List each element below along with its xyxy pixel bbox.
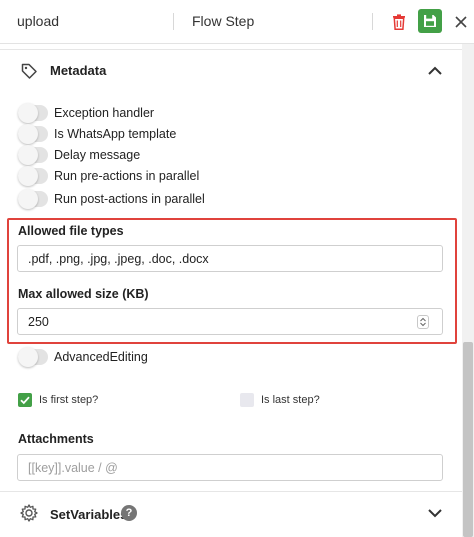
checkmark-icon	[20, 396, 30, 405]
attachments-label: Attachments	[18, 432, 94, 446]
last-step-row: Is last step?	[240, 392, 320, 408]
allowed-file-types-input[interactable]: .pdf, .png, .jpg, .jpeg, .doc, .docx	[17, 245, 443, 272]
allowed-file-types-value: .pdf, .png, .jpg, .jpeg, .doc, .docx	[28, 251, 209, 266]
step-name[interactable]: upload	[17, 13, 59, 29]
floppy-disk-icon	[424, 15, 436, 27]
metadata-section-header[interactable]: Metadata	[0, 52, 462, 88]
first-step-label: Is first step?	[39, 394, 99, 406]
max-size-input[interactable]: 250	[17, 308, 443, 335]
delay-message-toggle[interactable]	[18, 145, 48, 165]
tag-icon	[21, 63, 37, 79]
advanced-editing-toggle[interactable]	[18, 347, 48, 367]
attachments-input[interactable]: [[key]].value / @	[17, 454, 443, 481]
pre-actions-parallel-toggle[interactable]	[18, 166, 48, 186]
max-size-label: Max allowed size (KB)	[18, 287, 149, 301]
section-divider	[0, 49, 462, 50]
toggle-label: Is WhatsApp template	[54, 127, 177, 141]
toggle-label: Delay message	[54, 148, 141, 162]
toggle-label: AdvancedEditing	[54, 350, 148, 364]
chevron-down-icon[interactable]	[426, 504, 444, 522]
post-actions-parallel-toggle[interactable]	[18, 189, 48, 209]
toggle-row-advanced-editing: AdvancedEditing	[18, 347, 318, 367]
trash-icon	[393, 14, 405, 30]
gear-icon	[20, 504, 38, 522]
allowed-file-types-label: Allowed file types	[18, 224, 124, 238]
number-stepper[interactable]	[417, 315, 429, 329]
help-icon[interactable]: ?	[121, 505, 137, 521]
whatsapp-template-toggle[interactable]	[18, 124, 48, 144]
toggle-row-whatsapp-template: Is WhatsApp template	[18, 124, 318, 144]
attachments-placeholder: [[key]].value / @	[28, 460, 118, 475]
set-variables-section-header[interactable]: SetVariables ?	[0, 497, 462, 533]
scrollbar-thumb[interactable]	[463, 342, 473, 537]
toggle-label: Run post-actions in parallel	[54, 192, 205, 206]
toggle-label: Exception handler	[54, 106, 155, 120]
toggle-row-delay-message: Delay message	[18, 145, 318, 165]
first-step-row: Is first step?	[18, 392, 98, 408]
step-type: Flow Step	[192, 13, 255, 29]
last-step-label: Is last step?	[261, 394, 320, 406]
header-divider	[173, 13, 174, 30]
stepper-arrows-icon	[420, 317, 426, 327]
delete-button[interactable]	[389, 11, 409, 33]
toggle-label: Run pre-actions in parallel	[54, 169, 200, 183]
exception-handler-toggle[interactable]	[18, 103, 48, 123]
first-step-checkbox[interactable]	[18, 393, 32, 407]
last-step-checkbox[interactable]	[240, 393, 254, 407]
toggle-row-post-actions: Run post-actions in parallel	[18, 189, 318, 209]
metadata-title: Metadata	[50, 63, 107, 78]
close-icon	[455, 16, 467, 28]
step-header: upload Flow Step	[0, 0, 474, 44]
save-button[interactable]	[418, 9, 442, 33]
chevron-up-icon[interactable]	[426, 62, 444, 80]
set-variables-title: SetVariables	[50, 507, 128, 522]
header-divider-right	[372, 13, 373, 30]
max-size-value: 250	[28, 314, 49, 329]
close-button[interactable]	[451, 12, 471, 32]
section-divider	[0, 491, 462, 492]
toggle-row-pre-actions: Run pre-actions in parallel	[18, 166, 318, 186]
toggle-row-exception-handler: Exception handler	[18, 103, 318, 123]
